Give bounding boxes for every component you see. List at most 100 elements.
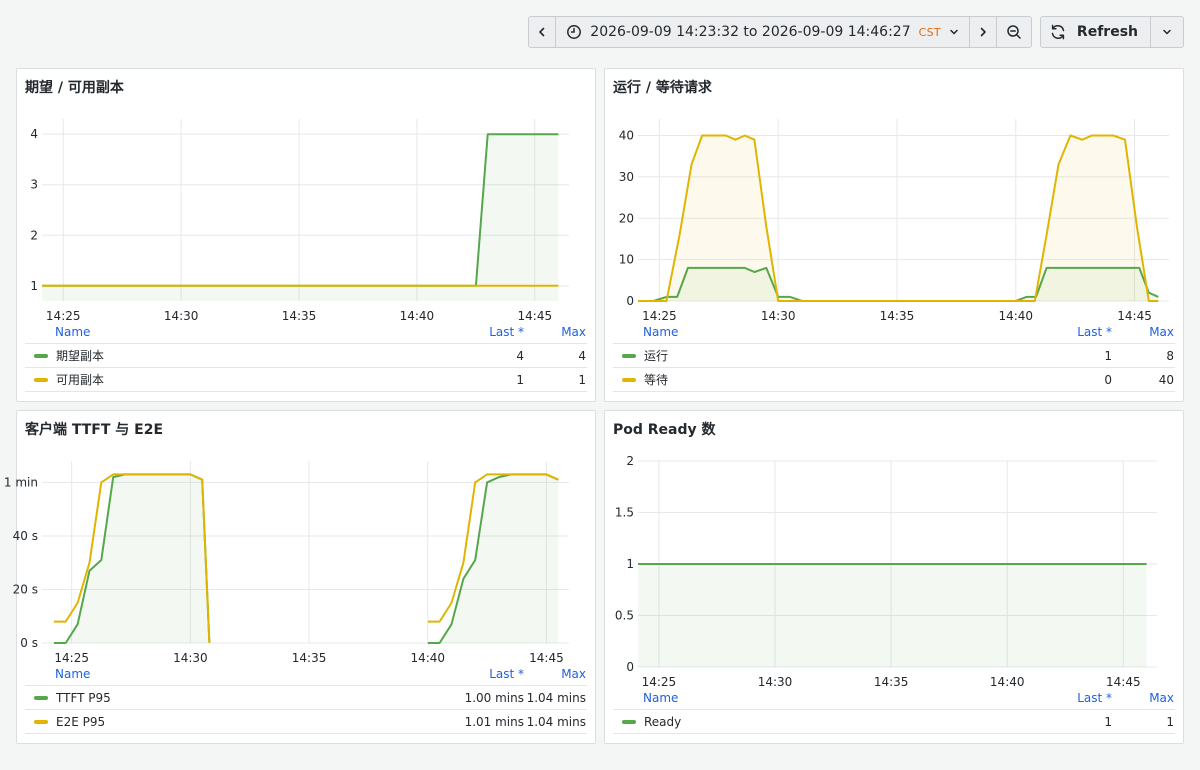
series-name: E2E P95	[56, 714, 106, 729]
legend-col-name[interactable]: Name	[613, 325, 1032, 339]
series-color-swatch	[622, 353, 636, 358]
series-max-value: 1	[578, 372, 586, 387]
series-last-value: 0	[1104, 372, 1112, 387]
legend-col-last[interactable]: Last *	[444, 325, 524, 339]
y-tick-label: 1 min	[4, 475, 38, 489]
series-name: 期望副本	[56, 349, 105, 363]
time-range-group: 2026-09-09 14:23:32 to 2026-09-09 14:46:…	[528, 16, 1032, 48]
y-tick-label: 0 s	[20, 636, 38, 650]
legend-table: Name Last * Max Ready 1 1	[613, 687, 1175, 734]
legend-table: Name Last * Max TTFT P95 1.00 mins 1.04 …	[25, 663, 587, 734]
y-tick-label: 3	[30, 178, 38, 192]
refresh-button[interactable]: Refresh	[1041, 17, 1150, 47]
series-last-value: 1	[1104, 348, 1112, 363]
legend-col-name[interactable]: Name	[613, 691, 1032, 705]
series-name: 可用副本	[56, 373, 105, 387]
y-tick-label: 20	[619, 211, 634, 225]
legend-row[interactable]: Ready 1 1	[613, 710, 1175, 734]
chart-pod-ready: 14:25 14:30 14:35 14:40 14:4500.511.52	[615, 454, 1157, 689]
panel-replicas[interactable]: 期望 / 可用副本 14:25 14:30 14:35 14:40 14:45 1 2 3 4 …	[16, 68, 596, 402]
y-tick-label: 0	[626, 294, 634, 308]
series-last-value: 1.01 mins	[464, 714, 524, 729]
legend-row[interactable]: 运行 1 8	[613, 344, 1175, 368]
refresh-interval-dropdown[interactable]	[1150, 17, 1183, 47]
legend-table: Name Last * Max 期望副本 4 4 可用副本 1 1	[25, 321, 587, 392]
y-tick-label: 1.5	[615, 506, 634, 520]
series-color-swatch	[34, 695, 48, 700]
series-max-value: 1.04 mins	[526, 714, 586, 729]
legend-row[interactable]: E2E P95 1.01 mins 1.04 mins	[25, 710, 587, 734]
legend-col-max[interactable]: Max	[1112, 691, 1175, 705]
legend-header: Name Last * Max	[613, 687, 1175, 710]
legend-col-max[interactable]: Max	[524, 667, 587, 681]
series-color-swatch	[622, 377, 636, 382]
series-area-fill	[638, 564, 1147, 667]
timezone-badge: CST	[918, 25, 941, 39]
clock-icon	[567, 25, 582, 39]
chevron-right-icon	[980, 27, 986, 37]
chart-latency: 14:25 14:30 14:35 14:40 14:450 s20 s40 s1 mi…	[4, 461, 569, 665]
chart-requests: 14:25 14:30 14:35 14:40 14:45010203040	[619, 119, 1169, 323]
y-tick-label: 2	[30, 228, 38, 242]
refresh-icon	[1051, 24, 1065, 40]
panel-latency[interactable]: 客户端 TTFT 与 E2E 14:25 14:30 14:35 14:40 14:45…	[4, 410, 596, 744]
series-color-swatch	[622, 719, 636, 724]
series-area-fill	[53, 474, 210, 643]
refresh-label: Refresh	[1076, 24, 1138, 40]
series-max-value: 40	[1158, 372, 1174, 387]
legend-row[interactable]: 等待 0 40	[613, 368, 1175, 392]
legend-header: Name Last * Max	[613, 321, 1175, 344]
legend-header: Name Last * Max	[25, 663, 587, 686]
legend-row[interactable]: TTFT P95 1.00 mins 1.04 mins	[25, 686, 587, 710]
series-color-swatch	[34, 353, 48, 358]
legend-col-name[interactable]: Name	[25, 667, 444, 681]
series-color-swatch	[34, 719, 48, 724]
y-tick-label: 0	[626, 660, 634, 674]
series-max-value: 1	[1166, 714, 1174, 729]
zoom-out-button[interactable]	[995, 17, 1031, 47]
series-last-value: 4	[516, 348, 524, 363]
legend-header: Name Last * Max	[25, 321, 587, 344]
y-tick-label: 20 s	[13, 582, 38, 596]
chart-replicas: 14:25 14:30 14:35 14:40 14:451234	[30, 119, 569, 323]
y-tick-label: 40	[619, 129, 634, 143]
refresh-group: Refresh	[1039, 16, 1184, 48]
legend-col-last[interactable]: Last *	[1032, 325, 1112, 339]
y-tick-label: 1	[30, 279, 38, 293]
time-range-picker[interactable]: 2026-09-09 14:23:32 to 2026-09-09 14:46:…	[555, 17, 969, 47]
y-tick-label: 1	[626, 557, 634, 571]
series-max-value: 8	[1166, 348, 1174, 363]
y-tick-label: 4	[30, 127, 38, 141]
series-name: TTFT P95	[56, 690, 111, 705]
series-color-swatch	[34, 377, 48, 382]
y-tick-label: 10	[619, 253, 634, 267]
time-forward-button[interactable]	[968, 17, 996, 47]
series-name: Ready	[644, 714, 682, 729]
legend-col-last[interactable]: Last *	[444, 667, 524, 681]
series-last-value: 1	[1104, 714, 1112, 729]
panel-requests[interactable]: 运行 / 等待请求 14:25 14:30 14:35 14:40 14:45 0 10 20…	[604, 68, 1184, 402]
panel-pod-ready[interactable]: Pod Ready 数 14:25 14:30 14:35 14:40 14:45 0 0.…	[604, 410, 1184, 744]
y-tick-label: 2	[626, 454, 634, 468]
legend-col-name[interactable]: Name	[25, 325, 444, 339]
chevron-left-icon	[539, 27, 545, 37]
series-area-fill	[427, 474, 559, 643]
zoom-out-icon	[1007, 25, 1021, 39]
series-max-value: 4	[578, 348, 586, 363]
series-last-value: 1.00 mins	[464, 690, 524, 705]
legend-col-last[interactable]: Last *	[1032, 691, 1112, 705]
y-tick-label: 30	[619, 170, 634, 184]
time-toolbar: 2026-09-09 14:23:32 to 2026-09-09 14:46:…	[528, 16, 1184, 48]
legend-row[interactable]: 期望副本 4 4	[25, 344, 587, 368]
chevron-down-icon	[950, 29, 958, 35]
time-back-button[interactable]	[529, 17, 555, 47]
series-name: 运行	[644, 349, 669, 363]
chevron-down-icon	[1163, 29, 1171, 35]
y-tick-label: 40 s	[13, 529, 38, 543]
legend-row[interactable]: 可用副本 1 1	[25, 368, 587, 392]
series-max-value: 1.04 mins	[526, 690, 586, 705]
series-last-value: 1	[516, 372, 524, 387]
legend-col-max[interactable]: Max	[524, 325, 587, 339]
legend-col-max[interactable]: Max	[1112, 325, 1175, 339]
series-name: 等待	[644, 373, 669, 387]
